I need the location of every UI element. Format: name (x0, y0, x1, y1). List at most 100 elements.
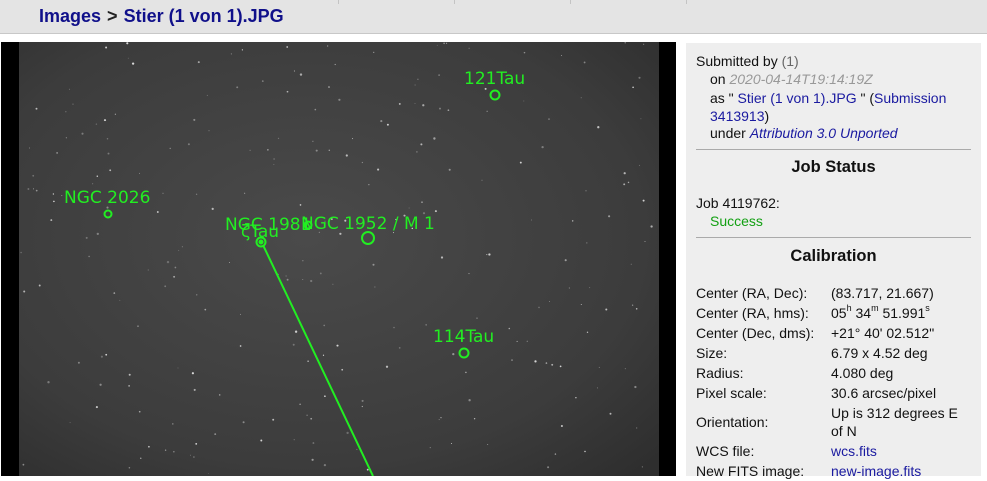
background-star (551, 363, 554, 366)
background-star (586, 242, 588, 244)
background-star (27, 188, 30, 190)
background-star (523, 100, 525, 102)
new-fits-cell: new-image.fits (831, 461, 971, 481)
background-star (623, 183, 626, 186)
annotated-sky-image[interactable]: 121Tau NGC 2026 NGC 1981 ζTau NGC 1952 /… (1, 42, 676, 476)
background-star (433, 137, 436, 140)
background-star (299, 204, 302, 206)
background-star (336, 344, 339, 347)
hms-minutes: 34 (855, 305, 872, 321)
background-star (211, 207, 214, 211)
background-star (92, 183, 94, 185)
submitted-by-user[interactable]: (1) (782, 53, 799, 69)
background-star (580, 97, 582, 99)
background-star (323, 463, 327, 467)
background-star (545, 362, 548, 364)
new-fits-label: New FITS image: (696, 463, 805, 479)
background-star (338, 98, 341, 101)
background-star (302, 278, 304, 280)
background-star (314, 108, 317, 111)
background-star (32, 174, 35, 177)
background-star (425, 324, 427, 326)
background-star (273, 158, 275, 160)
background-star (156, 211, 159, 213)
background-star (468, 273, 470, 275)
background-star (420, 143, 423, 146)
tab-divider (571, 0, 687, 4)
calibration-header: Calibration (790, 247, 877, 265)
table-row: Orientation: Up is 312 degrees E of N (696, 403, 971, 441)
background-star (286, 90, 289, 93)
background-star (207, 472, 209, 474)
table-row: Size: 6.79 x 4.52 deg (696, 343, 971, 363)
background-star (486, 254, 488, 256)
sky-background (19, 42, 659, 476)
background-star (244, 192, 246, 194)
background-star (641, 466, 644, 468)
background-star (311, 458, 314, 461)
license-link[interactable]: Attribution 3.0 Unported (750, 125, 898, 141)
background-star (100, 355, 103, 358)
background-star (294, 330, 298, 333)
submitted-file-link[interactable]: Stier (1 von 1).JPG (738, 90, 857, 106)
background-star (580, 303, 582, 306)
background-star (293, 439, 295, 441)
background-star (229, 262, 230, 263)
background-star (162, 192, 164, 194)
background-star (486, 110, 488, 112)
orientation-value: Up is 312 degrees E of N (831, 405, 958, 439)
background-star (204, 308, 207, 311)
label-zeta-tau: ζTau (241, 222, 279, 242)
job-status-header: Job Status (791, 158, 876, 176)
background-star (138, 410, 141, 413)
background-star (468, 399, 471, 402)
table-row: Center (RA, Dec): (83.717, 21.667) (696, 283, 971, 303)
calibration-table: Center (RA, Dec): (83.717, 21.667) Cente… (696, 283, 971, 481)
background-star (436, 44, 438, 46)
background-star (638, 164, 640, 166)
background-star (127, 57, 129, 59)
label-m1: NGC 1952 / M 1 (301, 214, 435, 234)
background-star (564, 259, 567, 262)
background-star (554, 453, 557, 455)
background-star (315, 149, 318, 152)
table-row: WCS file: wcs.fits (696, 441, 971, 461)
background-star (249, 149, 251, 151)
background-star (323, 324, 326, 327)
background-star (20, 251, 22, 254)
background-star (327, 45, 329, 47)
background-star (531, 219, 532, 221)
background-star (302, 260, 304, 262)
background-star (166, 260, 170, 264)
background-star (341, 368, 344, 371)
background-star (29, 147, 30, 149)
background-star (568, 287, 571, 289)
background-star (131, 62, 135, 65)
label-114tau: 114Tau (433, 327, 494, 347)
background-star (81, 132, 84, 135)
background-star (177, 367, 179, 369)
wcs-file-link[interactable]: wcs.fits (831, 443, 877, 459)
table-row: Center (Dec, dms): +21° 40' 02.512" (696, 323, 971, 343)
background-star (429, 447, 431, 449)
background-star (627, 181, 630, 184)
background-star (439, 107, 441, 110)
background-star (386, 123, 389, 126)
info-panel: Submitted by (1) on 2020-04-14T19:14:19Z… (686, 43, 981, 479)
top-bar: Images > Stier (1 von 1).JPG (0, 0, 987, 34)
radius-value: 4.080 deg (831, 365, 894, 381)
center-radec-label: Center (RA, Dec): (696, 285, 808, 301)
breadcrumb-images-link[interactable]: Images (39, 6, 101, 26)
new-fits-link[interactable]: new-image.fits (831, 463, 921, 479)
hms-m-unit: m (871, 303, 879, 313)
tab-divider (455, 0, 571, 4)
background-star (438, 419, 440, 421)
breadcrumb-current-link[interactable]: Stier (1 von 1).JPG (124, 6, 284, 26)
background-star (414, 84, 416, 86)
background-star (181, 246, 183, 248)
background-star (372, 263, 375, 266)
background-star (446, 42, 448, 44)
background-star (47, 381, 50, 384)
background-star (366, 468, 369, 471)
background-star (438, 74, 440, 76)
